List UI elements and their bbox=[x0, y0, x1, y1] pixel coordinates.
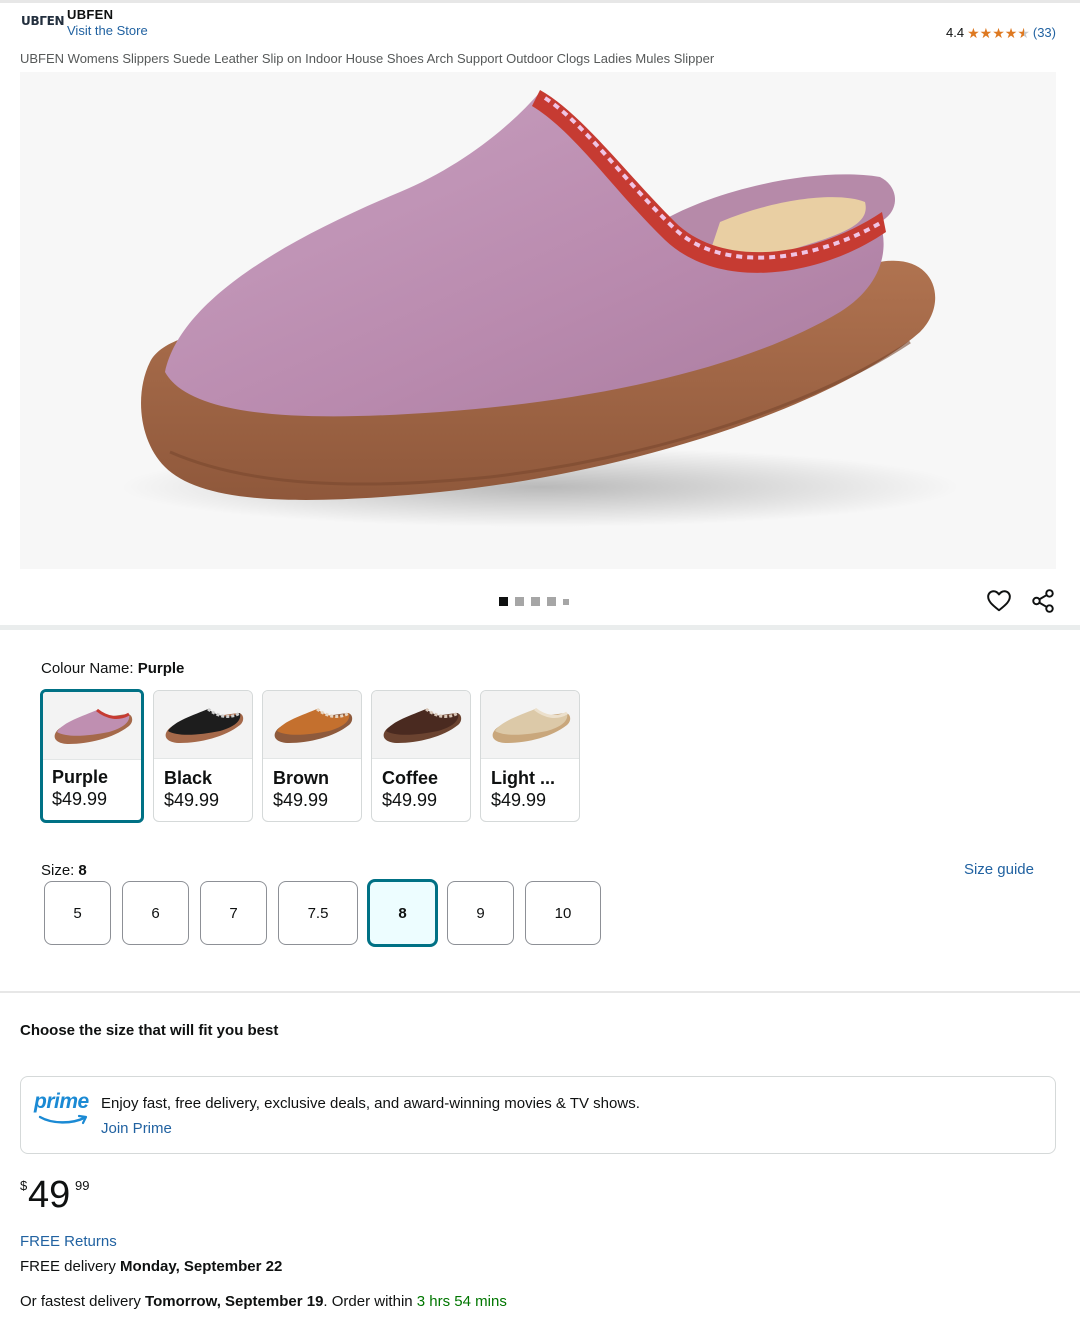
pager-dot[interactable] bbox=[547, 597, 556, 606]
swatch-name: Brown bbox=[273, 768, 329, 788]
order-within-countdown: 3 hrs 54 mins bbox=[416, 1293, 507, 1310]
swatch-thumbnail bbox=[43, 692, 141, 760]
pager-dot[interactable] bbox=[499, 597, 508, 606]
slipper-thumbnail bbox=[165, 707, 244, 743]
half-star-icon: ★ bbox=[1017, 24, 1030, 41]
star-icon: ★ bbox=[967, 24, 980, 41]
star-icon: ★ bbox=[992, 24, 1005, 41]
swatch-name: Purple bbox=[52, 767, 109, 787]
swatch-price: $49.99 bbox=[52, 789, 108, 809]
swatch-name: Light ... bbox=[491, 768, 555, 788]
colour-swatch-list: Purple $49.99 Black $49.99 Brown $49.99 bbox=[40, 689, 580, 823]
swatch-thumbnail bbox=[372, 691, 470, 759]
brand-name[interactable]: UBFEN bbox=[67, 7, 113, 22]
size-option-7[interactable]: 7 bbox=[200, 881, 267, 945]
top-divider bbox=[0, 0, 1080, 3]
swatch-price: $49.99 bbox=[491, 790, 547, 810]
order-within-prefix: . Order within bbox=[323, 1293, 413, 1310]
swatch-price: $49.99 bbox=[273, 790, 329, 810]
price-symbol: $ bbox=[20, 1178, 28, 1193]
pager-dot[interactable] bbox=[563, 598, 569, 605]
size-label: Size: 8 bbox=[41, 862, 87, 879]
colour-name-label: Colour Name: Purple bbox=[41, 660, 184, 677]
free-delivery-date: Monday, September 22 bbox=[120, 1258, 283, 1275]
section-divider bbox=[0, 625, 1080, 630]
section-divider bbox=[0, 991, 1080, 993]
swatch-thumbnail bbox=[154, 691, 252, 759]
prime-message: Enjoy fast, free delivery, exclusive dea… bbox=[101, 1095, 640, 1112]
star-rating: ★ ★ ★ ★ ★ bbox=[967, 26, 1030, 40]
slipper-thumbnail bbox=[54, 708, 133, 744]
product-image[interactable] bbox=[20, 72, 1056, 569]
fastest-date: Tomorrow, September 19 bbox=[145, 1293, 324, 1310]
product-title: UBFEN Womens Slippers Suede Leather Slip… bbox=[20, 51, 715, 66]
colour-selected-value: Purple bbox=[137, 660, 185, 677]
size-selected-value: 8 bbox=[78, 862, 87, 879]
image-pager[interactable] bbox=[499, 597, 569, 606]
prime-smile-icon bbox=[38, 1114, 88, 1125]
wishlist-heart-icon[interactable] bbox=[986, 588, 1012, 614]
size-option-10[interactable]: 10 bbox=[525, 881, 601, 945]
slipper-thumbnail bbox=[274, 707, 353, 743]
rating-count[interactable]: (33) bbox=[1033, 25, 1056, 40]
price-whole: 49 bbox=[28, 1174, 71, 1216]
join-prime-link[interactable]: Join Prime bbox=[101, 1120, 172, 1137]
swatch-price: $49.99 bbox=[164, 790, 220, 810]
free-delivery-prefix: FREE delivery bbox=[20, 1258, 116, 1275]
star-icon: ★ bbox=[979, 24, 993, 41]
pager-dot[interactable] bbox=[515, 597, 524, 606]
rating-summary[interactable]: 4.4 ★ ★ ★ ★ ★ (33) bbox=[946, 25, 1056, 40]
size-label-text: Size: bbox=[41, 862, 75, 879]
price-fraction: 99 bbox=[75, 1178, 90, 1193]
size-option-8[interactable]: 8 bbox=[367, 879, 438, 947]
colour-label-text: Colour Name: bbox=[41, 660, 134, 677]
slipper-illustration bbox=[120, 90, 960, 527]
visit-store-link[interactable]: Visit the Store bbox=[67, 23, 148, 38]
free-returns-link[interactable]: FREE Returns bbox=[20, 1233, 117, 1250]
colour-swatch-black[interactable]: Black $49.99 bbox=[153, 690, 253, 822]
colour-swatch-light[interactable]: Light ... $49.99 bbox=[480, 690, 580, 822]
size-option-7-5[interactable]: 7.5 bbox=[278, 881, 358, 945]
slipper-thumbnail bbox=[492, 707, 571, 743]
colour-swatch-brown[interactable]: Brown $49.99 bbox=[262, 690, 362, 822]
free-delivery-info: FREE delivery Monday, September 22 bbox=[20, 1258, 282, 1275]
share-icon[interactable] bbox=[1030, 588, 1056, 614]
size-option-5[interactable]: 5 bbox=[44, 881, 111, 945]
colour-swatch-purple[interactable]: Purple $49.99 bbox=[40, 689, 144, 823]
pager-dot[interactable] bbox=[531, 597, 540, 606]
fastest-delivery-info: Or fastest delivery Tomorrow, September … bbox=[20, 1293, 507, 1310]
swatch-price: $49.99 bbox=[382, 790, 438, 810]
brand-logo[interactable]: UBΓEN bbox=[21, 14, 65, 28]
size-option-6[interactable]: 6 bbox=[122, 881, 189, 945]
rating-value: 4.4 bbox=[945, 25, 965, 40]
prime-banner[interactable]: prime Enjoy fast, free delivery, exclusi… bbox=[20, 1076, 1056, 1154]
prime-logo-text: prime bbox=[34, 1090, 89, 1113]
size-guide-link[interactable]: Size guide bbox=[964, 861, 1034, 878]
colour-swatch-coffee[interactable]: Coffee $49.99 bbox=[371, 690, 471, 822]
star-icon: ★ bbox=[1004, 24, 1018, 41]
swatch-thumbnail bbox=[263, 691, 361, 759]
size-option-9[interactable]: 9 bbox=[447, 881, 514, 945]
fastest-prefix: Or fastest delivery bbox=[20, 1293, 141, 1310]
slipper-thumbnail bbox=[383, 707, 462, 743]
brand-header: UBΓEN UBFEN Visit the Store 4.4 ★ ★ ★ ★ … bbox=[0, 4, 1080, 46]
swatch-thumbnail bbox=[481, 691, 579, 759]
prime-logo: prime bbox=[34, 1090, 92, 1130]
swatch-name: Coffee bbox=[382, 768, 439, 788]
fit-heading: Choose the size that will fit you best bbox=[20, 1022, 279, 1039]
swatch-name: Black bbox=[164, 768, 213, 788]
